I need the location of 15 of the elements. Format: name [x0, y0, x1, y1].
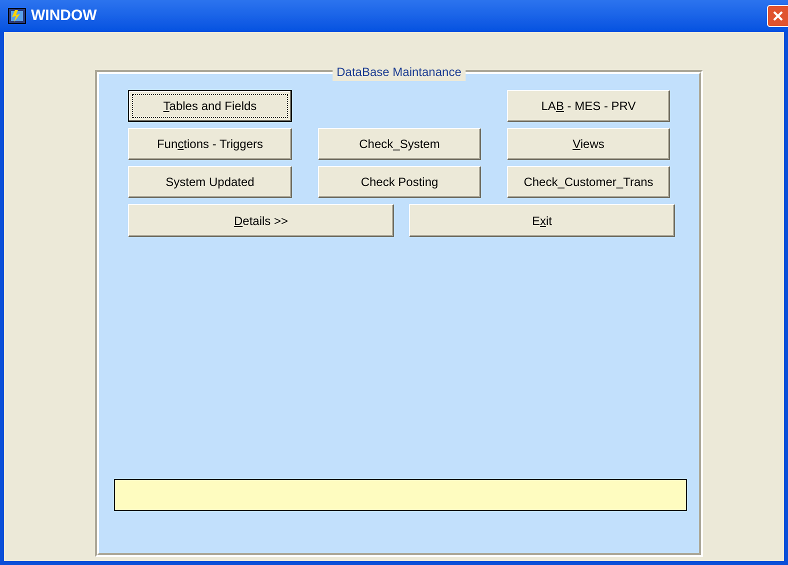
- close-icon: [772, 10, 784, 22]
- command-button[interactable]: System Updated: [128, 166, 292, 198]
- window-title: WINDOW: [31, 6, 97, 26]
- command-button[interactable]: Functions - Triggers: [128, 128, 292, 160]
- command-button[interactable]: Check Posting: [318, 166, 481, 198]
- command-button[interactable]: Exit: [409, 204, 675, 237]
- command-button[interactable]: Check_Customer_Trans: [507, 166, 670, 198]
- status-field[interactable]: [114, 479, 687, 511]
- command-button[interactable]: LAB - MES - PRV: [507, 90, 670, 122]
- app-icon: [8, 8, 26, 24]
- command-button[interactable]: Views: [507, 128, 670, 160]
- command-button[interactable]: Details >>: [128, 204, 394, 237]
- command-button[interactable]: Tables and Fields: [128, 90, 292, 122]
- command-button[interactable]: Check_System: [318, 128, 481, 160]
- close-button[interactable]: [767, 5, 788, 27]
